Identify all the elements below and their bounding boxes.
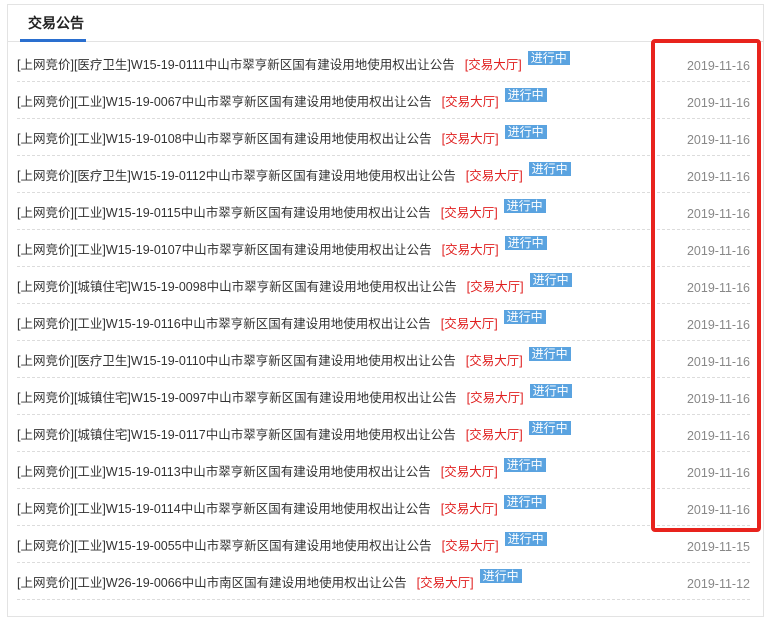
status-badge: 进行中	[527, 51, 570, 65]
notice-left: [上网竞价][工业]W26-19-0066中山市南区国有建设用地使用权出让公告 […	[17, 569, 522, 592]
trading-hall-label: [交易大厅]	[465, 169, 523, 183]
notice-left: [上网竞价][工业]W15-19-0067中山市翠亨新区国有建设用地使用权出让公…	[17, 88, 547, 111]
trading-hall-label: [交易大厅]	[441, 243, 499, 257]
notice-title-link[interactable]: [上网竞价][工业]W15-19-0107中山市翠亨新区国有建设用地使用权出让公…	[17, 241, 432, 259]
notice-date: 2019-11-16	[686, 170, 750, 184]
trading-hall-label: [交易大厅]	[440, 465, 498, 479]
status-badge: 进行中	[503, 199, 546, 213]
trading-hall-label: [交易大厅]	[440, 317, 498, 331]
notice-left: [上网竞价][医疗卫生]W15-19-0110中山市翠亨新区国有建设用地使用权出…	[17, 347, 571, 370]
notice-title-link[interactable]: [上网竞价][医疗卫生]W15-19-0111中山市翠亨新区国有建设用地使用权出…	[17, 56, 455, 74]
notice-row[interactable]: [上网竞价][医疗卫生]W15-19-0110中山市翠亨新区国有建设用地使用权出…	[17, 342, 750, 378]
notice-title-link[interactable]: [上网竞价][城镇住宅]W15-19-0097中山市翠亨新区国有建设用地使用权出…	[17, 389, 457, 407]
notice-row[interactable]: [上网竞价][医疗卫生]W15-19-0111中山市翠亨新区国有建设用地使用权出…	[17, 46, 750, 82]
title-underline	[20, 39, 86, 42]
notice-title-link[interactable]: [上网竞价][工业]W15-19-0115中山市翠亨新区国有建设用地使用权出让公…	[17, 204, 431, 222]
panel-header: 交易公告	[8, 5, 763, 42]
notice-date: 2019-11-16	[686, 59, 750, 73]
notice-left: [上网竞价][工业]W15-19-0115中山市翠亨新区国有建设用地使用权出让公…	[17, 199, 546, 222]
notice-title-link[interactable]: [上网竞价][城镇住宅]W15-19-0098中山市翠亨新区国有建设用地使用权出…	[17, 278, 457, 296]
status-badge: 进行中	[529, 273, 572, 287]
status-badge: 进行中	[528, 421, 571, 435]
trading-hall-label: [交易大厅]	[416, 576, 474, 590]
status-badge: 进行中	[504, 236, 547, 250]
notice-title-link[interactable]: [上网竞价][医疗卫生]W15-19-0112中山市翠亨新区国有建设用地使用权出…	[17, 167, 456, 185]
notice-row[interactable]: [上网竞价][工业]W15-19-0116中山市翠亨新区国有建设用地使用权出让公…	[17, 305, 750, 341]
notice-date: 2019-11-16	[686, 355, 750, 369]
status-badge: 进行中	[504, 532, 547, 546]
trading-hall-label: [交易大厅]	[441, 132, 499, 146]
notice-list: [上网竞价][医疗卫生]W15-19-0111中山市翠亨新区国有建设用地使用权出…	[17, 46, 750, 601]
status-badge: 进行中	[503, 495, 546, 509]
notice-date: 2019-11-16	[686, 503, 750, 517]
notice-date: 2019-11-16	[686, 392, 750, 406]
notice-date: 2019-11-16	[686, 244, 750, 258]
notice-date: 2019-11-16	[686, 96, 750, 110]
notice-date: 2019-11-16	[686, 318, 750, 332]
notice-date: 2019-11-16	[686, 281, 750, 295]
trading-hall-label: [交易大厅]	[441, 95, 499, 109]
notice-left: [上网竞价][医疗卫生]W15-19-0112中山市翠亨新区国有建设用地使用权出…	[17, 162, 571, 185]
status-badge: 进行中	[504, 125, 547, 139]
notice-title-link[interactable]: [上网竞价][工业]W15-19-0067中山市翠亨新区国有建设用地使用权出让公…	[17, 93, 432, 111]
notice-row[interactable]: [上网竞价][工业]W15-19-0113中山市翠亨新区国有建设用地使用权出让公…	[17, 453, 750, 489]
notice-date: 2019-11-12	[686, 577, 750, 591]
notice-left: [上网竞价][医疗卫生]W15-19-0111中山市翠亨新区国有建设用地使用权出…	[17, 51, 570, 74]
notice-row[interactable]: [上网竞价][工业]W15-19-0115中山市翠亨新区国有建设用地使用权出让公…	[17, 194, 750, 230]
notice-row[interactable]: [上网竞价][工业]W26-19-0066中山市南区国有建设用地使用权出让公告 […	[17, 564, 750, 600]
notice-left: [上网竞价][工业]W15-19-0113中山市翠亨新区国有建设用地使用权出让公…	[17, 458, 546, 481]
notice-title-link[interactable]: [上网竞价][工业]W15-19-0055中山市翠亨新区国有建设用地使用权出让公…	[17, 537, 432, 555]
notice-row[interactable]: [上网竞价][城镇住宅]W15-19-0097中山市翠亨新区国有建设用地使用权出…	[17, 379, 750, 415]
notice-row[interactable]: [上网竞价][医疗卫生]W15-19-0112中山市翠亨新区国有建设用地使用权出…	[17, 157, 750, 193]
status-badge: 进行中	[528, 162, 571, 176]
trading-hall-label: [交易大厅]	[440, 502, 498, 516]
notice-left: [上网竞价][工业]W15-19-0055中山市翠亨新区国有建设用地使用权出让公…	[17, 532, 547, 555]
notice-row[interactable]: [上网竞价][工业]W15-19-0107中山市翠亨新区国有建设用地使用权出让公…	[17, 231, 750, 267]
notice-left: [上网竞价][城镇住宅]W15-19-0098中山市翠亨新区国有建设用地使用权出…	[17, 273, 572, 296]
trading-hall-label: [交易大厅]	[465, 354, 523, 368]
trading-hall-label: [交易大厅]	[441, 539, 499, 553]
notice-left: [上网竞价][工业]W15-19-0114中山市翠亨新区国有建设用地使用权出让公…	[17, 495, 546, 518]
notice-date: 2019-11-16	[686, 466, 750, 480]
notice-left: [上网竞价][城镇住宅]W15-19-0097中山市翠亨新区国有建设用地使用权出…	[17, 384, 572, 407]
trading-hall-label: [交易大厅]	[466, 391, 524, 405]
status-badge: 进行中	[504, 88, 547, 102]
trading-hall-label: [交易大厅]	[464, 58, 522, 72]
notice-date: 2019-11-16	[686, 207, 750, 221]
status-badge: 进行中	[479, 569, 522, 583]
panel-title: 交易公告	[28, 15, 84, 31]
notice-row[interactable]: [上网竞价][工业]W15-19-0114中山市翠亨新区国有建设用地使用权出让公…	[17, 490, 750, 526]
trading-hall-label: [交易大厅]	[465, 428, 523, 442]
notice-date: 2019-11-16	[686, 133, 750, 147]
notice-title-link[interactable]: [上网竞价][城镇住宅]W15-19-0117中山市翠亨新区国有建设用地使用权出…	[17, 426, 456, 444]
notice-left: [上网竞价][工业]W15-19-0116中山市翠亨新区国有建设用地使用权出让公…	[17, 310, 546, 333]
status-badge: 进行中	[503, 310, 546, 324]
notice-left: [上网竞价][城镇住宅]W15-19-0117中山市翠亨新区国有建设用地使用权出…	[17, 421, 571, 444]
status-badge: 进行中	[503, 458, 546, 472]
notice-left: [上网竞价][工业]W15-19-0107中山市翠亨新区国有建设用地使用权出让公…	[17, 236, 547, 259]
notice-title-link[interactable]: [上网竞价][工业]W15-19-0108中山市翠亨新区国有建设用地使用权出让公…	[17, 130, 432, 148]
notice-date: 2019-11-15	[686, 540, 750, 554]
notice-row[interactable]: [上网竞价][城镇住宅]W15-19-0117中山市翠亨新区国有建设用地使用权出…	[17, 416, 750, 452]
notice-row[interactable]: [上网竞价][工业]W15-19-0055中山市翠亨新区国有建设用地使用权出让公…	[17, 527, 750, 563]
notice-title-link[interactable]: [上网竞价][工业]W15-19-0116中山市翠亨新区国有建设用地使用权出让公…	[17, 315, 431, 333]
notice-title-link[interactable]: [上网竞价][医疗卫生]W15-19-0110中山市翠亨新区国有建设用地使用权出…	[17, 352, 456, 370]
notice-left: [上网竞价][工业]W15-19-0108中山市翠亨新区国有建设用地使用权出让公…	[17, 125, 547, 148]
status-badge: 进行中	[529, 384, 572, 398]
notice-date: 2019-11-16	[686, 429, 750, 443]
trading-hall-label: [交易大厅]	[466, 280, 524, 294]
trading-hall-label: [交易大厅]	[440, 206, 498, 220]
notice-row[interactable]: [上网竞价][工业]W15-19-0067中山市翠亨新区国有建设用地使用权出让公…	[17, 83, 750, 119]
status-badge: 进行中	[528, 347, 571, 361]
notice-title-link[interactable]: [上网竞价][工业]W15-19-0114中山市翠亨新区国有建设用地使用权出让公…	[17, 500, 431, 518]
notice-title-link[interactable]: [上网竞价][工业]W26-19-0066中山市南区国有建设用地使用权出让公告	[17, 574, 407, 592]
notice-title-link[interactable]: [上网竞价][工业]W15-19-0113中山市翠亨新区国有建设用地使用权出让公…	[17, 463, 431, 481]
notice-row[interactable]: [上网竞价][工业]W15-19-0108中山市翠亨新区国有建设用地使用权出让公…	[17, 120, 750, 156]
notice-row[interactable]: [上网竞价][城镇住宅]W15-19-0098中山市翠亨新区国有建设用地使用权出…	[17, 268, 750, 304]
